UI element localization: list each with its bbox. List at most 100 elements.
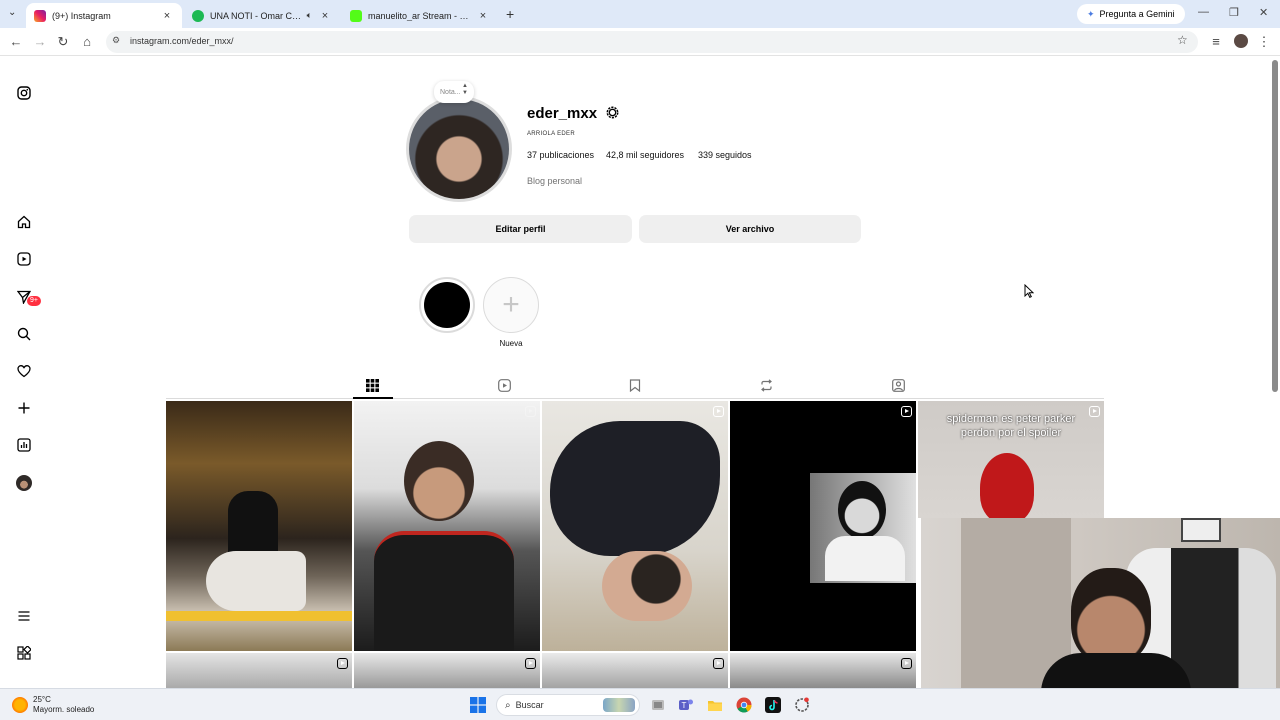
plus-icon: + xyxy=(502,288,520,321)
close-tab-icon[interactable]: × xyxy=(318,10,332,22)
threads-icon[interactable] xyxy=(16,645,32,661)
grid-post[interactable] xyxy=(166,653,352,688)
following-count[interactable]: 339 seguidos xyxy=(698,150,752,160)
spiderman-mask xyxy=(980,453,1034,518)
dashboard-icon[interactable] xyxy=(16,437,32,453)
post-shirt xyxy=(825,536,905,581)
menu-kebab-icon[interactable]: ⋮ xyxy=(1256,34,1272,50)
url-text: instagram.com/eder_mxx/ xyxy=(130,36,234,46)
post-face xyxy=(838,481,886,539)
view-archive-button[interactable]: Ver archivo xyxy=(639,215,861,243)
posts-count: 37 publicaciones xyxy=(527,150,595,160)
highlight-cover xyxy=(424,282,470,328)
note-bubble[interactable]: Nota... ▲ ▼ xyxy=(434,81,474,103)
site-info-icon[interactable]: ⚙︎ xyxy=(112,35,120,46)
taskbar-search[interactable]: ⌕ Buscar xyxy=(496,694,640,716)
profile-avatar-icon[interactable] xyxy=(1234,34,1248,48)
gemini-label: Pregunta a Gemini xyxy=(1099,9,1175,19)
close-tab-icon[interactable]: × xyxy=(160,10,174,22)
tab-reels-icon[interactable] xyxy=(496,377,512,393)
reel-indicator-icon xyxy=(337,658,348,669)
caption-line: spiderman es peter parker xyxy=(946,413,1076,425)
caption-line: perdon por el spoiler xyxy=(960,427,1062,439)
note-arrows-icon: ▲ ▼ xyxy=(462,83,468,96)
new-tab-button[interactable]: + xyxy=(506,6,514,22)
note-text: Nota... xyxy=(440,88,461,96)
grid-post[interactable] xyxy=(542,401,728,651)
spotify-favicon-icon xyxy=(192,9,204,22)
tab-spotify[interactable]: UNA NOTI - Omar Courtz 🔈︎ × xyxy=(184,3,340,28)
tabs-divider xyxy=(166,398,1104,399)
settings-gear-icon[interactable] xyxy=(605,105,620,125)
address-bar[interactable]: ⚙︎ instagram.com/eder_mxx/ ☆ xyxy=(106,31,1198,53)
followers-count[interactable]: 42,8 mil seguidores xyxy=(606,150,684,160)
search-label: Buscar xyxy=(515,700,544,710)
grid-post[interactable] xyxy=(730,653,916,688)
reel-indicator-icon xyxy=(713,658,724,669)
bookmark-star-icon[interactable]: ☆ xyxy=(1177,33,1188,47)
reel-indicator-icon xyxy=(713,406,724,417)
grid-post[interactable] xyxy=(542,653,728,688)
new-highlight-label: Nueva xyxy=(499,339,523,348)
gemini-button[interactable]: ✦ Pregunta a Gemini xyxy=(1077,4,1185,24)
profile-avatar[interactable] xyxy=(409,99,509,199)
page-scrollbar[interactable] xyxy=(1272,60,1278,392)
instagram-logo-icon[interactable] xyxy=(16,85,32,101)
reload-icon[interactable]: ↻ xyxy=(55,34,71,50)
task-view-icon[interactable] xyxy=(650,697,666,713)
messages-badge: 9+ xyxy=(27,296,41,306)
create-plus-icon[interactable] xyxy=(16,400,32,416)
tab-reposts-icon[interactable] xyxy=(758,377,774,393)
app-settings-icon[interactable] xyxy=(794,697,810,713)
weather-text: 25°C Mayorm. soleado xyxy=(33,695,94,715)
forward-icon[interactable]: → xyxy=(32,34,48,50)
heart-icon[interactable] xyxy=(16,363,32,379)
profile-full-name: ARRIOLA EDER xyxy=(527,131,575,137)
tab-search-dropdown-icon[interactable]: ⌄ xyxy=(8,7,16,18)
teams-icon[interactable]: T xyxy=(678,697,694,713)
webcam-overlay xyxy=(921,518,1280,688)
reel-indicator-icon xyxy=(901,658,912,669)
home-icon[interactable]: ⌂ xyxy=(79,34,95,50)
active-tab-indicator xyxy=(353,397,393,399)
post-face xyxy=(602,551,692,621)
post-caption: spiderman es peter parker perdon por el … xyxy=(918,412,1104,440)
new-highlight-button[interactable]: + xyxy=(483,277,539,333)
speaker-icon[interactable]: 🔈︎ xyxy=(307,10,312,21)
search-icon[interactable] xyxy=(16,326,32,342)
close-window-icon[interactable]: ✕ xyxy=(1259,6,1268,19)
media-control-icon[interactable]: ≡ xyxy=(1208,34,1224,50)
story-highlight[interactable] xyxy=(419,277,475,333)
tab-title: (9+) Instagram xyxy=(52,10,111,21)
reel-indicator-icon xyxy=(525,406,536,417)
tab-instagram[interactable]: (9+) Instagram × xyxy=(26,3,182,28)
close-tab-icon[interactable]: × xyxy=(476,10,490,22)
tiktok-icon[interactable] xyxy=(765,697,781,713)
more-menu-icon[interactable] xyxy=(16,608,32,624)
weather-widget[interactable]: 25°C Mayorm. soleado xyxy=(12,695,94,715)
grid-post[interactable] xyxy=(166,401,352,651)
browser-tab-strip: ⌄ (9+) Instagram × UNA NOTI - Omar Court… xyxy=(0,0,1280,28)
tab-tagged-icon[interactable] xyxy=(890,377,906,393)
maximize-icon[interactable]: ❐ xyxy=(1229,6,1239,19)
gemini-sparkle-icon: ✦ xyxy=(1087,8,1095,19)
file-explorer-icon[interactable] xyxy=(707,697,723,713)
grid-post[interactable]: spiderman es peter parker perdon por el … xyxy=(918,401,1104,518)
reels-icon[interactable] xyxy=(16,251,32,267)
tab-kick[interactable]: manuelito_ar Stream - Watch Li × xyxy=(342,3,498,28)
grid-post[interactable] xyxy=(354,653,540,688)
chrome-icon[interactable] xyxy=(736,697,752,713)
back-icon[interactable]: ← xyxy=(8,34,24,50)
grid-post[interactable] xyxy=(354,401,540,651)
minimize-icon[interactable]: — xyxy=(1198,6,1209,18)
instagram-favicon-icon xyxy=(34,9,46,22)
tab-saved-bookmark-icon[interactable] xyxy=(627,377,643,393)
grid-post[interactable] xyxy=(730,401,916,651)
kick-favicon-icon xyxy=(350,9,362,22)
tab-posts-grid-icon[interactable] xyxy=(364,377,380,393)
edit-profile-button[interactable]: Editar perfil xyxy=(409,215,632,243)
windows-start-icon[interactable] xyxy=(470,697,486,713)
post-figure-legs xyxy=(206,551,306,611)
home-icon[interactable] xyxy=(16,214,32,230)
profile-avatar-icon[interactable] xyxy=(16,475,32,491)
